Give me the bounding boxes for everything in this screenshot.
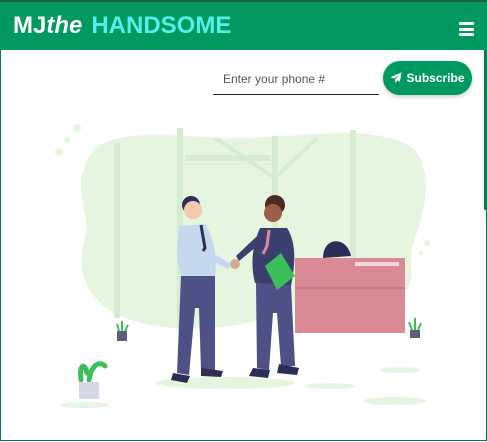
brand-mj: MJ	[13, 12, 47, 39]
navbar: MJthe HANDSOME	[0, 0, 487, 50]
brand-handsome: HANDSOME	[91, 12, 232, 39]
hamburger-menu-icon[interactable]	[459, 22, 474, 36]
brand-logo[interactable]: MJthe HANDSOME	[13, 12, 231, 40]
brand-the: the	[46, 12, 83, 39]
subscribe-button-label: Subscribe	[406, 71, 465, 85]
phone-input[interactable]	[213, 63, 379, 95]
subscribe-button[interactable]: Subscribe	[383, 61, 472, 95]
business-handshake-illustration	[55, 124, 430, 408]
paper-plane-icon	[390, 72, 403, 84]
